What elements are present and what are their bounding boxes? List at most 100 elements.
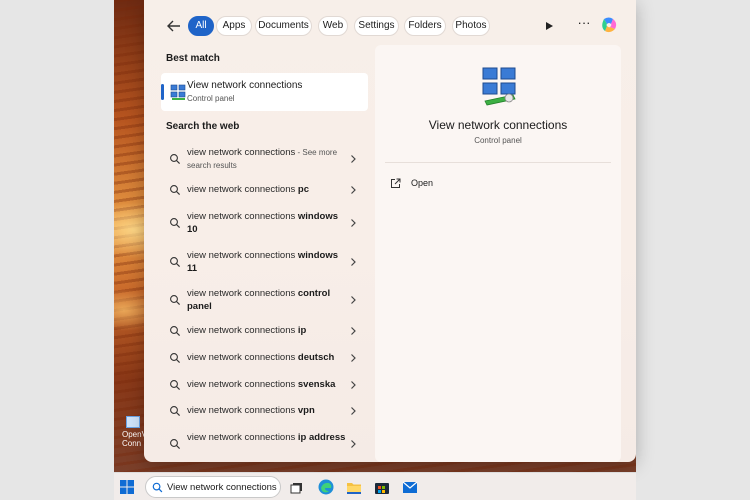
search-icon xyxy=(152,482,163,493)
detail-divider xyxy=(385,162,611,163)
detail-subtitle: Control panel xyxy=(474,136,522,145)
web-result-completion: ip xyxy=(297,325,307,336)
back-arrow-icon xyxy=(167,20,180,32)
web-result-query: view network connections xyxy=(187,211,298,222)
filter-chip-apps[interactable]: Apps xyxy=(216,16,252,36)
filter-chip-settings[interactable]: Settings xyxy=(354,16,399,36)
chevron-right-icon xyxy=(351,354,356,362)
web-result-query: view network connections xyxy=(187,250,298,261)
best-match-title: View network connections xyxy=(187,80,303,91)
web-result-text: view network connections svenska xyxy=(187,378,347,391)
chevron-right-icon xyxy=(351,258,356,266)
web-result-completion: ip address xyxy=(297,432,346,443)
more-filters-button[interactable] xyxy=(542,19,556,33)
web-result-row[interactable]: view network connections deutsch xyxy=(161,351,368,365)
web-result-row[interactable]: view network connections vpn xyxy=(161,404,368,418)
detail-title: View network connections xyxy=(428,118,568,132)
search-input[interactable] xyxy=(167,480,279,494)
web-result-text: view network connections control panel xyxy=(187,287,347,313)
search-icon xyxy=(170,295,181,306)
mail-icon[interactable] xyxy=(401,478,419,496)
web-result-query: view network connections xyxy=(187,405,298,416)
web-result-text: view network connections - See more sear… xyxy=(187,146,347,172)
play-icon xyxy=(546,22,553,30)
search-icon xyxy=(170,353,181,364)
open-action[interactable]: Open xyxy=(390,176,510,192)
web-result-text: view network connections pc xyxy=(187,183,347,196)
search-icon xyxy=(170,406,181,417)
web-result-query: view network connections xyxy=(187,288,298,299)
web-result-text: view network connections vpn xyxy=(187,404,347,417)
taskbar-search-box[interactable] xyxy=(145,476,281,498)
web-result-row[interactable]: view network connections - See more sear… xyxy=(161,146,368,172)
web-result-completion: svenska xyxy=(297,379,336,390)
chevron-right-icon xyxy=(351,381,356,389)
left-margin xyxy=(0,0,114,500)
chevron-right-icon xyxy=(351,296,356,304)
search-icon xyxy=(170,154,181,165)
best-match-subtitle: Control panel xyxy=(187,94,235,103)
web-result-text: view network connections windows 11 xyxy=(187,249,347,275)
network-connections-large-icon xyxy=(482,67,516,106)
chevron-right-icon xyxy=(351,440,356,448)
web-result-query: view network connections xyxy=(187,325,298,336)
copilot-button[interactable] xyxy=(599,15,619,35)
task-view-icon[interactable] xyxy=(288,478,306,496)
web-result-text: view network connections ip address xyxy=(187,431,347,444)
store-icon[interactable] xyxy=(373,478,391,496)
web-results-heading: Search the web xyxy=(166,121,240,132)
search-icon xyxy=(170,380,181,391)
web-result-row[interactable]: view network connections ip address xyxy=(161,431,368,457)
network-connections-icon xyxy=(170,84,186,100)
taskbar xyxy=(114,472,636,500)
filter-chip-web[interactable]: Web xyxy=(318,16,348,36)
search-icon xyxy=(170,257,181,268)
filter-chip-all[interactable]: All xyxy=(188,16,214,36)
chevron-right-icon xyxy=(351,407,356,415)
more-options-button[interactable]: ··· xyxy=(576,16,592,33)
web-result-query: view network connections xyxy=(187,147,296,158)
web-result-completion: pc xyxy=(297,184,309,195)
web-result-row[interactable]: view network connections control panel xyxy=(161,287,368,313)
copilot-icon xyxy=(602,17,617,33)
best-match-item[interactable]: View network connections Control panel xyxy=(161,73,368,111)
web-result-completion: vpn xyxy=(297,405,315,416)
file-explorer-icon[interactable] xyxy=(345,478,363,496)
filter-chip-documents[interactable]: Documents xyxy=(255,16,312,36)
web-result-row[interactable]: view network connections ip xyxy=(161,324,368,338)
edge-icon[interactable] xyxy=(317,478,335,496)
best-match-heading: Best match xyxy=(166,53,220,64)
detail-pane: View network connections Control panel O… xyxy=(375,45,621,462)
web-result-text: view network connections windows 10 xyxy=(187,210,347,236)
shortcut-icon xyxy=(126,416,140,428)
web-result-text: view network connections ip xyxy=(187,324,347,337)
web-result-query: view network connections xyxy=(187,379,298,390)
right-margin xyxy=(636,0,750,500)
search-icon xyxy=(170,439,181,450)
web-result-query: view network connections xyxy=(187,184,298,195)
selection-indicator xyxy=(161,84,164,100)
filter-chip-folders[interactable]: Folders xyxy=(404,16,446,36)
open-action-label: Open xyxy=(411,178,434,188)
chevron-right-icon xyxy=(351,155,356,163)
web-result-query: view network connections xyxy=(187,432,298,443)
web-result-text: view network connections deutsch xyxy=(187,351,347,364)
search-icon xyxy=(170,218,181,229)
web-result-row[interactable]: view network connections windows 11 xyxy=(161,249,368,275)
chevron-right-icon xyxy=(351,219,356,227)
chevron-right-icon xyxy=(351,186,356,194)
back-button[interactable] xyxy=(164,16,184,36)
web-result-row[interactable]: view network connections pc xyxy=(161,183,368,197)
search-icon xyxy=(170,326,181,337)
open-external-icon xyxy=(391,178,401,188)
start-button[interactable] xyxy=(120,480,134,494)
start-search-panel: All Apps Documents Web Settings Folders … xyxy=(144,0,636,462)
chevron-right-icon xyxy=(351,327,356,335)
web-result-row[interactable]: view network connections svenska xyxy=(161,378,368,392)
web-result-row[interactable]: view network connections windows 10 xyxy=(161,210,368,236)
filter-bar: All Apps Documents Web Settings Folders … xyxy=(144,10,636,42)
filter-chip-photos[interactable]: Photos xyxy=(452,16,490,36)
web-result-completion: deutsch xyxy=(297,352,335,363)
search-icon xyxy=(170,185,181,196)
web-result-query: view network connections xyxy=(187,352,298,363)
